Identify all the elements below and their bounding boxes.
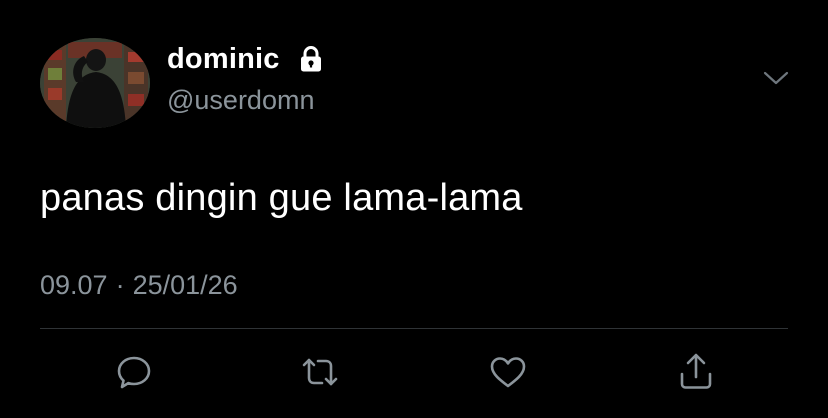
tweet-date: 25/01/26 bbox=[132, 270, 238, 300]
retweet-arrows-icon bbox=[298, 350, 342, 394]
tweet-text: panas dingin gue lama-lama bbox=[40, 177, 523, 219]
share-arrow-icon bbox=[674, 350, 718, 394]
timestamp-separator: · bbox=[115, 270, 125, 300]
timestamp[interactable]: 09.07 · 25/01/26 bbox=[40, 268, 238, 302]
avatar[interactable] bbox=[40, 38, 150, 128]
speech-bubble-icon bbox=[112, 350, 156, 394]
display-name[interactable]: dominic bbox=[167, 42, 280, 76]
divider bbox=[40, 328, 788, 329]
reply-button[interactable] bbox=[112, 350, 156, 394]
chevron-down-icon[interactable] bbox=[760, 66, 792, 90]
like-button[interactable] bbox=[486, 350, 530, 394]
heart-icon bbox=[486, 350, 530, 394]
user-handle[interactable]: @userdomn bbox=[167, 84, 314, 116]
avatar-image bbox=[40, 38, 150, 128]
retweet-button[interactable] bbox=[298, 350, 342, 394]
tweet-time: 09.07 bbox=[40, 270, 108, 300]
tweet-card: dominic @userdomn panas dingin gue lama-… bbox=[0, 0, 828, 418]
share-button[interactable] bbox=[674, 350, 718, 394]
lock-icon bbox=[296, 44, 326, 74]
